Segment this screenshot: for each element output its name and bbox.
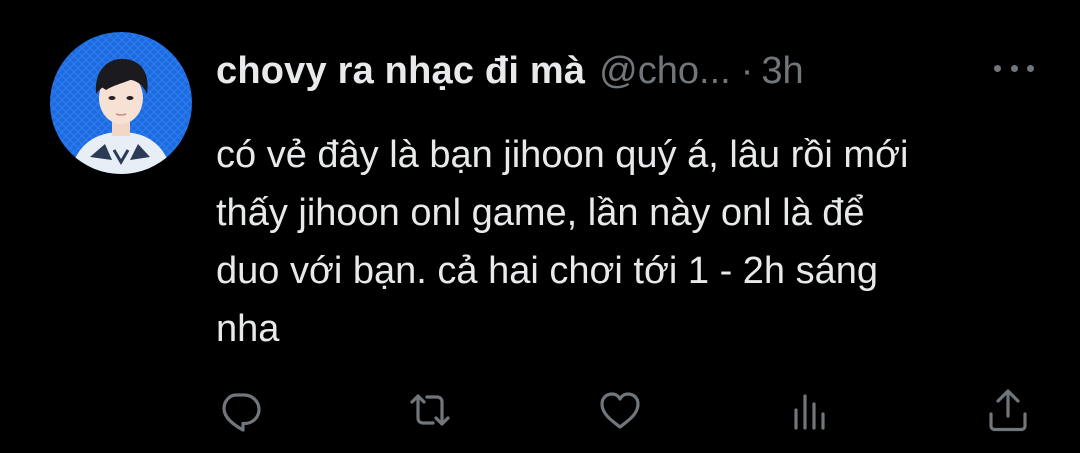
action-bar bbox=[214, 386, 1034, 436]
avatar-image bbox=[50, 32, 192, 174]
tweet-text-line: nha bbox=[216, 308, 280, 350]
more-dot bbox=[1010, 64, 1018, 72]
separator-dot: · bbox=[740, 49, 754, 92]
more-options-icon[interactable] bbox=[994, 54, 1034, 82]
reply-button[interactable] bbox=[216, 386, 264, 434]
like-icon bbox=[600, 392, 640, 429]
tweet-text-line: có vẻ đây là bạn jihoon quý á, lâu rồi m… bbox=[216, 134, 909, 176]
views-icon bbox=[794, 394, 825, 430]
share-icon bbox=[989, 389, 1027, 432]
more-dot bbox=[994, 64, 1001, 72]
tweet-text-line: duo với bạn. cả hai chơi tới 1 - 2h sáng bbox=[216, 250, 879, 292]
retweet-icon bbox=[410, 394, 450, 426]
reply-icon bbox=[222, 393, 261, 432]
more-dot bbox=[1027, 64, 1034, 72]
tweet: chovy ra nhạc đi mà @cho... · 3h có vẻ đ… bbox=[0, 0, 1080, 453]
timestamp[interactable]: 3h bbox=[761, 50, 803, 93]
views-button[interactable] bbox=[786, 386, 834, 434]
avatar[interactable] bbox=[50, 32, 192, 174]
like-button[interactable] bbox=[596, 386, 644, 434]
user-handle[interactable]: @cho... bbox=[599, 50, 731, 93]
tweet-text-line: thấy jihoon onl game, lần này onl là để bbox=[216, 192, 865, 234]
share-button[interactable] bbox=[984, 386, 1032, 434]
display-name[interactable]: chovy ra nhạc đi mà bbox=[216, 50, 585, 93]
retweet-button[interactable] bbox=[406, 386, 454, 434]
tweet-header: chovy ra nhạc đi mà @cho... · 3h bbox=[216, 46, 804, 96]
tweet-text: có vẻ đây là bạn jihoon quý á, lâu rồi m… bbox=[216, 126, 1056, 358]
